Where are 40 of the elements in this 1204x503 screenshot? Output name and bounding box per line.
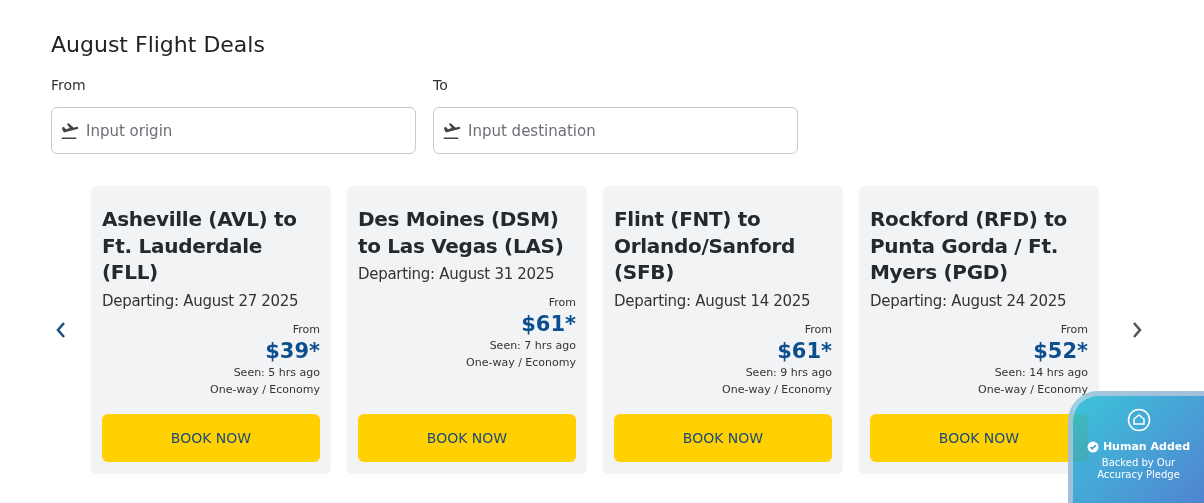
- fare-type: One-way / Economy: [210, 381, 320, 398]
- chevron-right-icon: [1131, 321, 1143, 339]
- field-label: To: [433, 76, 448, 94]
- price: $52*: [1033, 337, 1088, 364]
- book-now-button[interactable]: BOOK NOW: [614, 414, 832, 462]
- fare-type: One-way / Economy: [722, 381, 832, 398]
- departure-date: Departing: August 31 2025: [358, 264, 556, 285]
- seen-time: Seen: 14 hrs ago: [994, 364, 1088, 381]
- route-title: Rockford (RFD) to Punta Gorda / Ft. Myers (PGD): [870, 206, 1068, 286]
- fare-type: One-way / Economy: [978, 381, 1088, 398]
- departure-date: Departing: August 14 2025: [614, 290, 812, 312]
- book-now-button[interactable]: BOOK NOW: [102, 414, 320, 462]
- check-icon: [1086, 440, 1099, 453]
- airport-field[interactable]: Input origin: [51, 107, 416, 154]
- price: $61*: [521, 311, 576, 337]
- house-icon: [1126, 408, 1151, 432]
- book-now-button[interactable]: BOOK NOW: [358, 414, 576, 462]
- from-label: From: [292, 321, 320, 338]
- from-label: From: [548, 295, 576, 311]
- from-label: From: [1060, 321, 1088, 338]
- seen-time: Seen: 5 hrs ago: [233, 364, 320, 381]
- route-title: Asheville (AVL) to Ft. Lauderdale (FLL): [102, 206, 298, 286]
- airplane-icon: [60, 123, 78, 139]
- departure-date: Departing: August 24 2025: [870, 290, 1068, 312]
- route-title: Flint (FNT) to Orlando/Sanford (SFB): [614, 206, 797, 286]
- badge-title: Human Added: [1102, 440, 1191, 453]
- price: $39*: [265, 337, 320, 364]
- badge-subtitle: Backed by Our Accuracy Pledge: [1096, 457, 1181, 481]
- chevron-left-icon: [55, 321, 67, 339]
- departure-date: Departing: August 27 2025: [102, 290, 300, 312]
- page-title: August Flight Deals: [51, 31, 266, 59]
- airplane-icon: [442, 123, 460, 139]
- seen-time: Seen: 9 hrs ago: [745, 364, 832, 381]
- airport-field[interactable]: Input destination: [433, 107, 798, 154]
- price: $61*: [777, 337, 832, 364]
- route-title: Des Moines (DSM) to Las Vegas (LAS): [358, 206, 565, 259]
- seen-time: Seen: 7 hrs ago: [489, 338, 576, 354]
- fare-type: One-way / Economy: [466, 355, 576, 371]
- from-label: From: [804, 321, 832, 338]
- field-label: From: [51, 76, 86, 94]
